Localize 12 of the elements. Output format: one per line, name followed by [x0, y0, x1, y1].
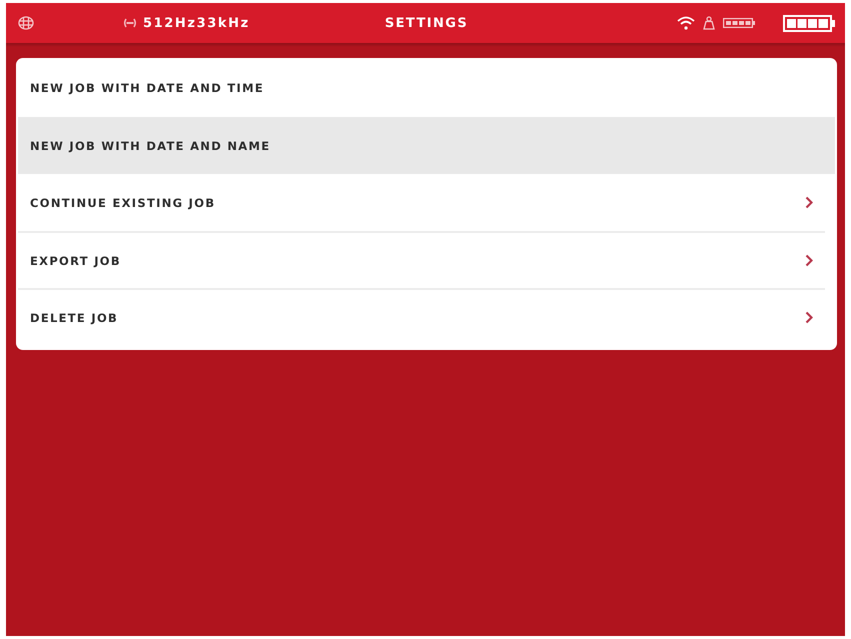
menu-item[interactable]: NEW JOB WITH DATE AND NAME [18, 117, 835, 174]
screen-title: SETTINGS [384, 16, 468, 30]
battery-icon [783, 14, 835, 32]
chevron-right-icon [805, 311, 813, 324]
chevron-right-icon [805, 254, 813, 267]
globe-icon[interactable] [18, 16, 34, 30]
battery-icon [723, 18, 755, 28]
weight-icon [703, 16, 715, 30]
chevron-right-icon [805, 196, 813, 209]
bracket-dash-icon [123, 18, 137, 28]
wifi-icon [677, 16, 695, 30]
frequency-range-text: 512Hz33kHz [143, 16, 250, 30]
